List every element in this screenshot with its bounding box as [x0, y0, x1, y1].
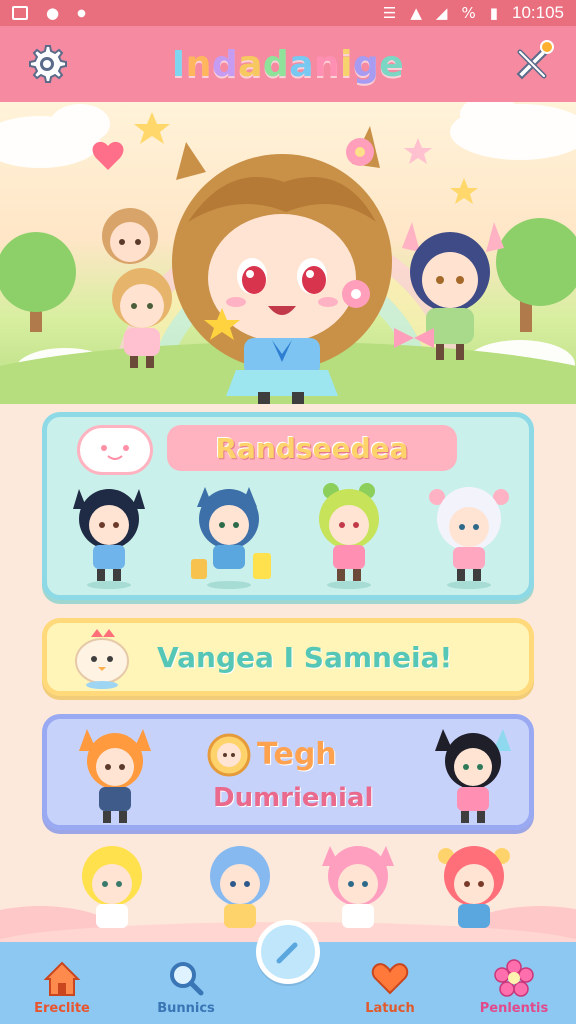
status-bar: ● ● ☰ ▲ ◢ % ▮ 10:105 — [0, 0, 576, 26]
versus-text: Vangea I Samneia! — [157, 640, 453, 674]
tech-coin-avatar-icon — [207, 733, 251, 777]
app-title-letter: i — [340, 43, 353, 85]
signal-icon: ◢ — [435, 4, 448, 22]
nav-label-penlentis: Penlentis — [479, 1001, 549, 1016]
app-title-letter: e — [379, 43, 405, 85]
app-title: Indadanige — [172, 44, 404, 85]
app-title-letter: n — [185, 43, 212, 85]
team-card-ribbon: Randseedea — [167, 425, 457, 471]
team-chibi-3[interactable] — [309, 479, 389, 589]
gear-icon — [29, 45, 67, 83]
tools-button[interactable] — [508, 40, 556, 88]
app-title-letter: d — [211, 43, 239, 85]
wifi-icon: ▲ — [410, 4, 422, 22]
team-card[interactable]: Randseedea — [42, 412, 534, 600]
app-title-letter: I — [171, 43, 186, 85]
search-icon — [170, 962, 204, 996]
nav-label-latuch: Latuch — [365, 1001, 415, 1016]
versus-card[interactable]: Vangea I Samneia! — [42, 618, 534, 696]
battery-percent-icon: % — [461, 4, 476, 22]
team-chibi-2[interactable] — [187, 479, 277, 589]
status-time: 10:105 — [512, 3, 564, 22]
team-chibi-4[interactable] — [425, 479, 515, 589]
nav-label-ereclite: Ereclite — [34, 1001, 90, 1016]
tech-card-title: Tegh — [257, 737, 337, 772]
tech-card[interactable]: Tegh Dumrienial — [42, 714, 534, 830]
gallery-icon: ● — [46, 4, 60, 22]
hero-banner — [0, 102, 576, 404]
app-title-letter: n — [314, 43, 341, 85]
notification-badge — [540, 40, 554, 54]
roster-chibi-2[interactable] — [198, 840, 282, 936]
settings-button[interactable] — [22, 40, 70, 88]
hero-chibi-left-back — [102, 208, 158, 264]
heart-icon — [371, 963, 409, 995]
dot-icon: ● — [77, 7, 86, 19]
app-title-letter: a — [289, 43, 314, 85]
nav-center-button[interactable] — [256, 920, 320, 984]
nav-item-latuch[interactable]: Latuch — [328, 942, 452, 1024]
nav-item-penlentis[interactable]: Penlentis — [452, 942, 576, 1024]
nav-label-bunnics: Bunnics — [157, 1001, 215, 1016]
speech-bubble-icon — [77, 425, 153, 475]
pencil-icon — [276, 942, 298, 964]
app-title-letter: d — [262, 43, 290, 85]
team-card-title: Randseedea — [215, 431, 409, 465]
battery-icon: ▮ — [489, 4, 498, 22]
roster-chibi-1[interactable] — [70, 840, 154, 936]
app-title-letter: g — [352, 43, 380, 85]
tech-card-subtitle: Dumrienial — [213, 783, 374, 813]
team-chibi-1[interactable] — [69, 479, 149, 589]
tech-chibi-right[interactable] — [431, 723, 515, 827]
nav-item-ereclite[interactable]: Ereclite — [0, 942, 124, 1024]
nav-item-bunnics[interactable]: Bunnics — [124, 942, 248, 1024]
tech-chibi-left[interactable] — [75, 723, 155, 827]
app-title-letter: a — [238, 43, 263, 85]
house-icon — [43, 961, 81, 996]
app-header: Indadanige — [0, 26, 576, 102]
notification-icon — [12, 6, 28, 20]
flower-icon — [494, 959, 534, 997]
bluetooth-icon: ☰ — [382, 4, 397, 22]
roster-chibi-3[interactable] — [316, 840, 400, 936]
chick-mascot-icon — [75, 629, 129, 689]
roster-chibi-4[interactable] — [432, 840, 516, 936]
